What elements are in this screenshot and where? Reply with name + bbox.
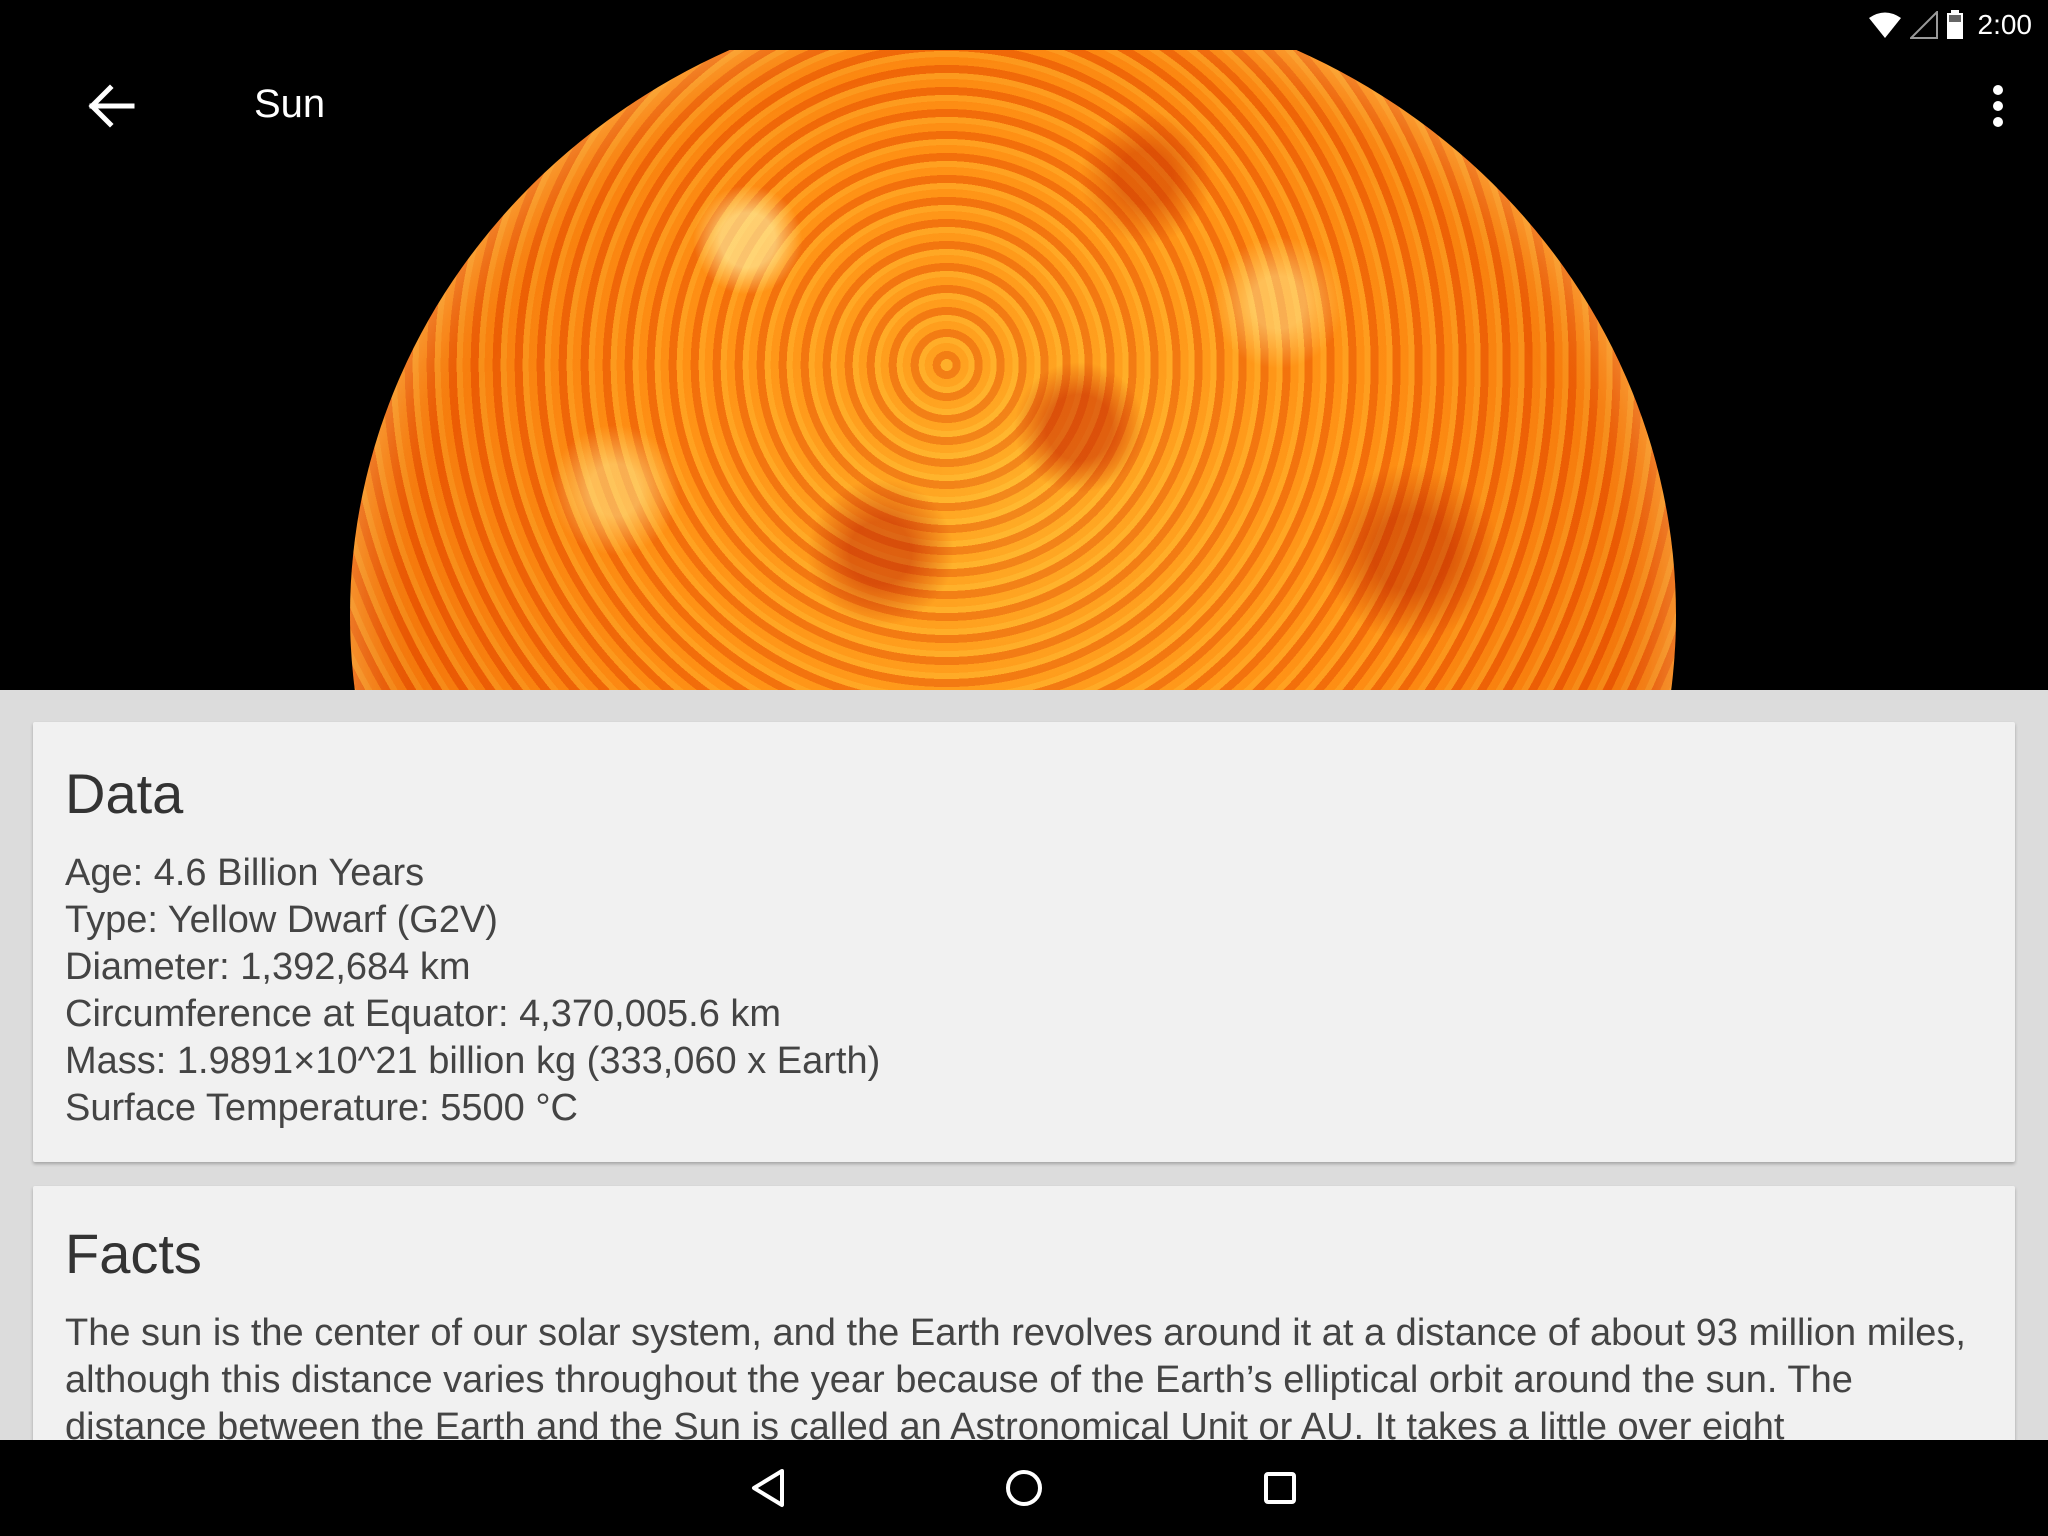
wifi-icon [1868,12,1901,38]
nav-back-button[interactable] [738,1458,798,1518]
facts-card: Facts The sun is the center of our solar… [33,1186,2015,1440]
status-icons: 2:00 [1868,8,2033,42]
navigation-bar [0,1440,2048,1536]
status-time: 2:00 [1977,9,2033,40]
screen: 2:00 Sun Data Age: 4.6 Billion Years Typ… [0,0,2048,1536]
data-mass: Mass: 1.9891×10^21 billion kg (333,060 x… [65,1040,881,1082]
status-bar: 2:00 [0,0,2048,50]
page-title: Sun [254,82,326,126]
cell-signal-icon [1909,11,1938,39]
content-scroll-area[interactable]: Data Age: 4.6 Billion Years Type: Yellow… [0,690,2048,1440]
back-button[interactable] [80,76,140,136]
nav-recents-button[interactable] [1250,1458,1310,1518]
toolbar: Sun [0,50,2048,162]
battery-icon [1946,10,1963,39]
nav-home-button[interactable] [994,1458,1054,1518]
data-surface-temperature: Surface Temperature: 5500 °C [65,1087,578,1129]
nav-back-icon [752,1469,784,1507]
data-age: Age: 4.6 Billion Years [65,852,425,894]
facts-card-title: Facts [65,1222,202,1285]
facts-text: The sun is the center of our solar syste… [65,1312,1966,1440]
arrow-back-icon [88,84,135,128]
nav-recents-icon [1264,1472,1296,1504]
data-circumference: Circumference at Equator: 4,370,005.6 km [65,993,782,1035]
nav-home-icon [1006,1470,1042,1506]
data-diameter: Diameter: 1,392,684 km [65,946,471,988]
data-type: Type: Yellow Dwarf (G2V) [65,899,498,941]
data-card: Data Age: 4.6 Billion Years Type: Yellow… [33,722,2015,1162]
more-vert-icon [1993,85,2003,127]
data-card-title: Data [65,762,184,825]
overflow-menu-button[interactable] [1968,76,2028,136]
data-list: Age: 4.6 Billion Years Type: Yellow Dwar… [65,850,880,1132]
